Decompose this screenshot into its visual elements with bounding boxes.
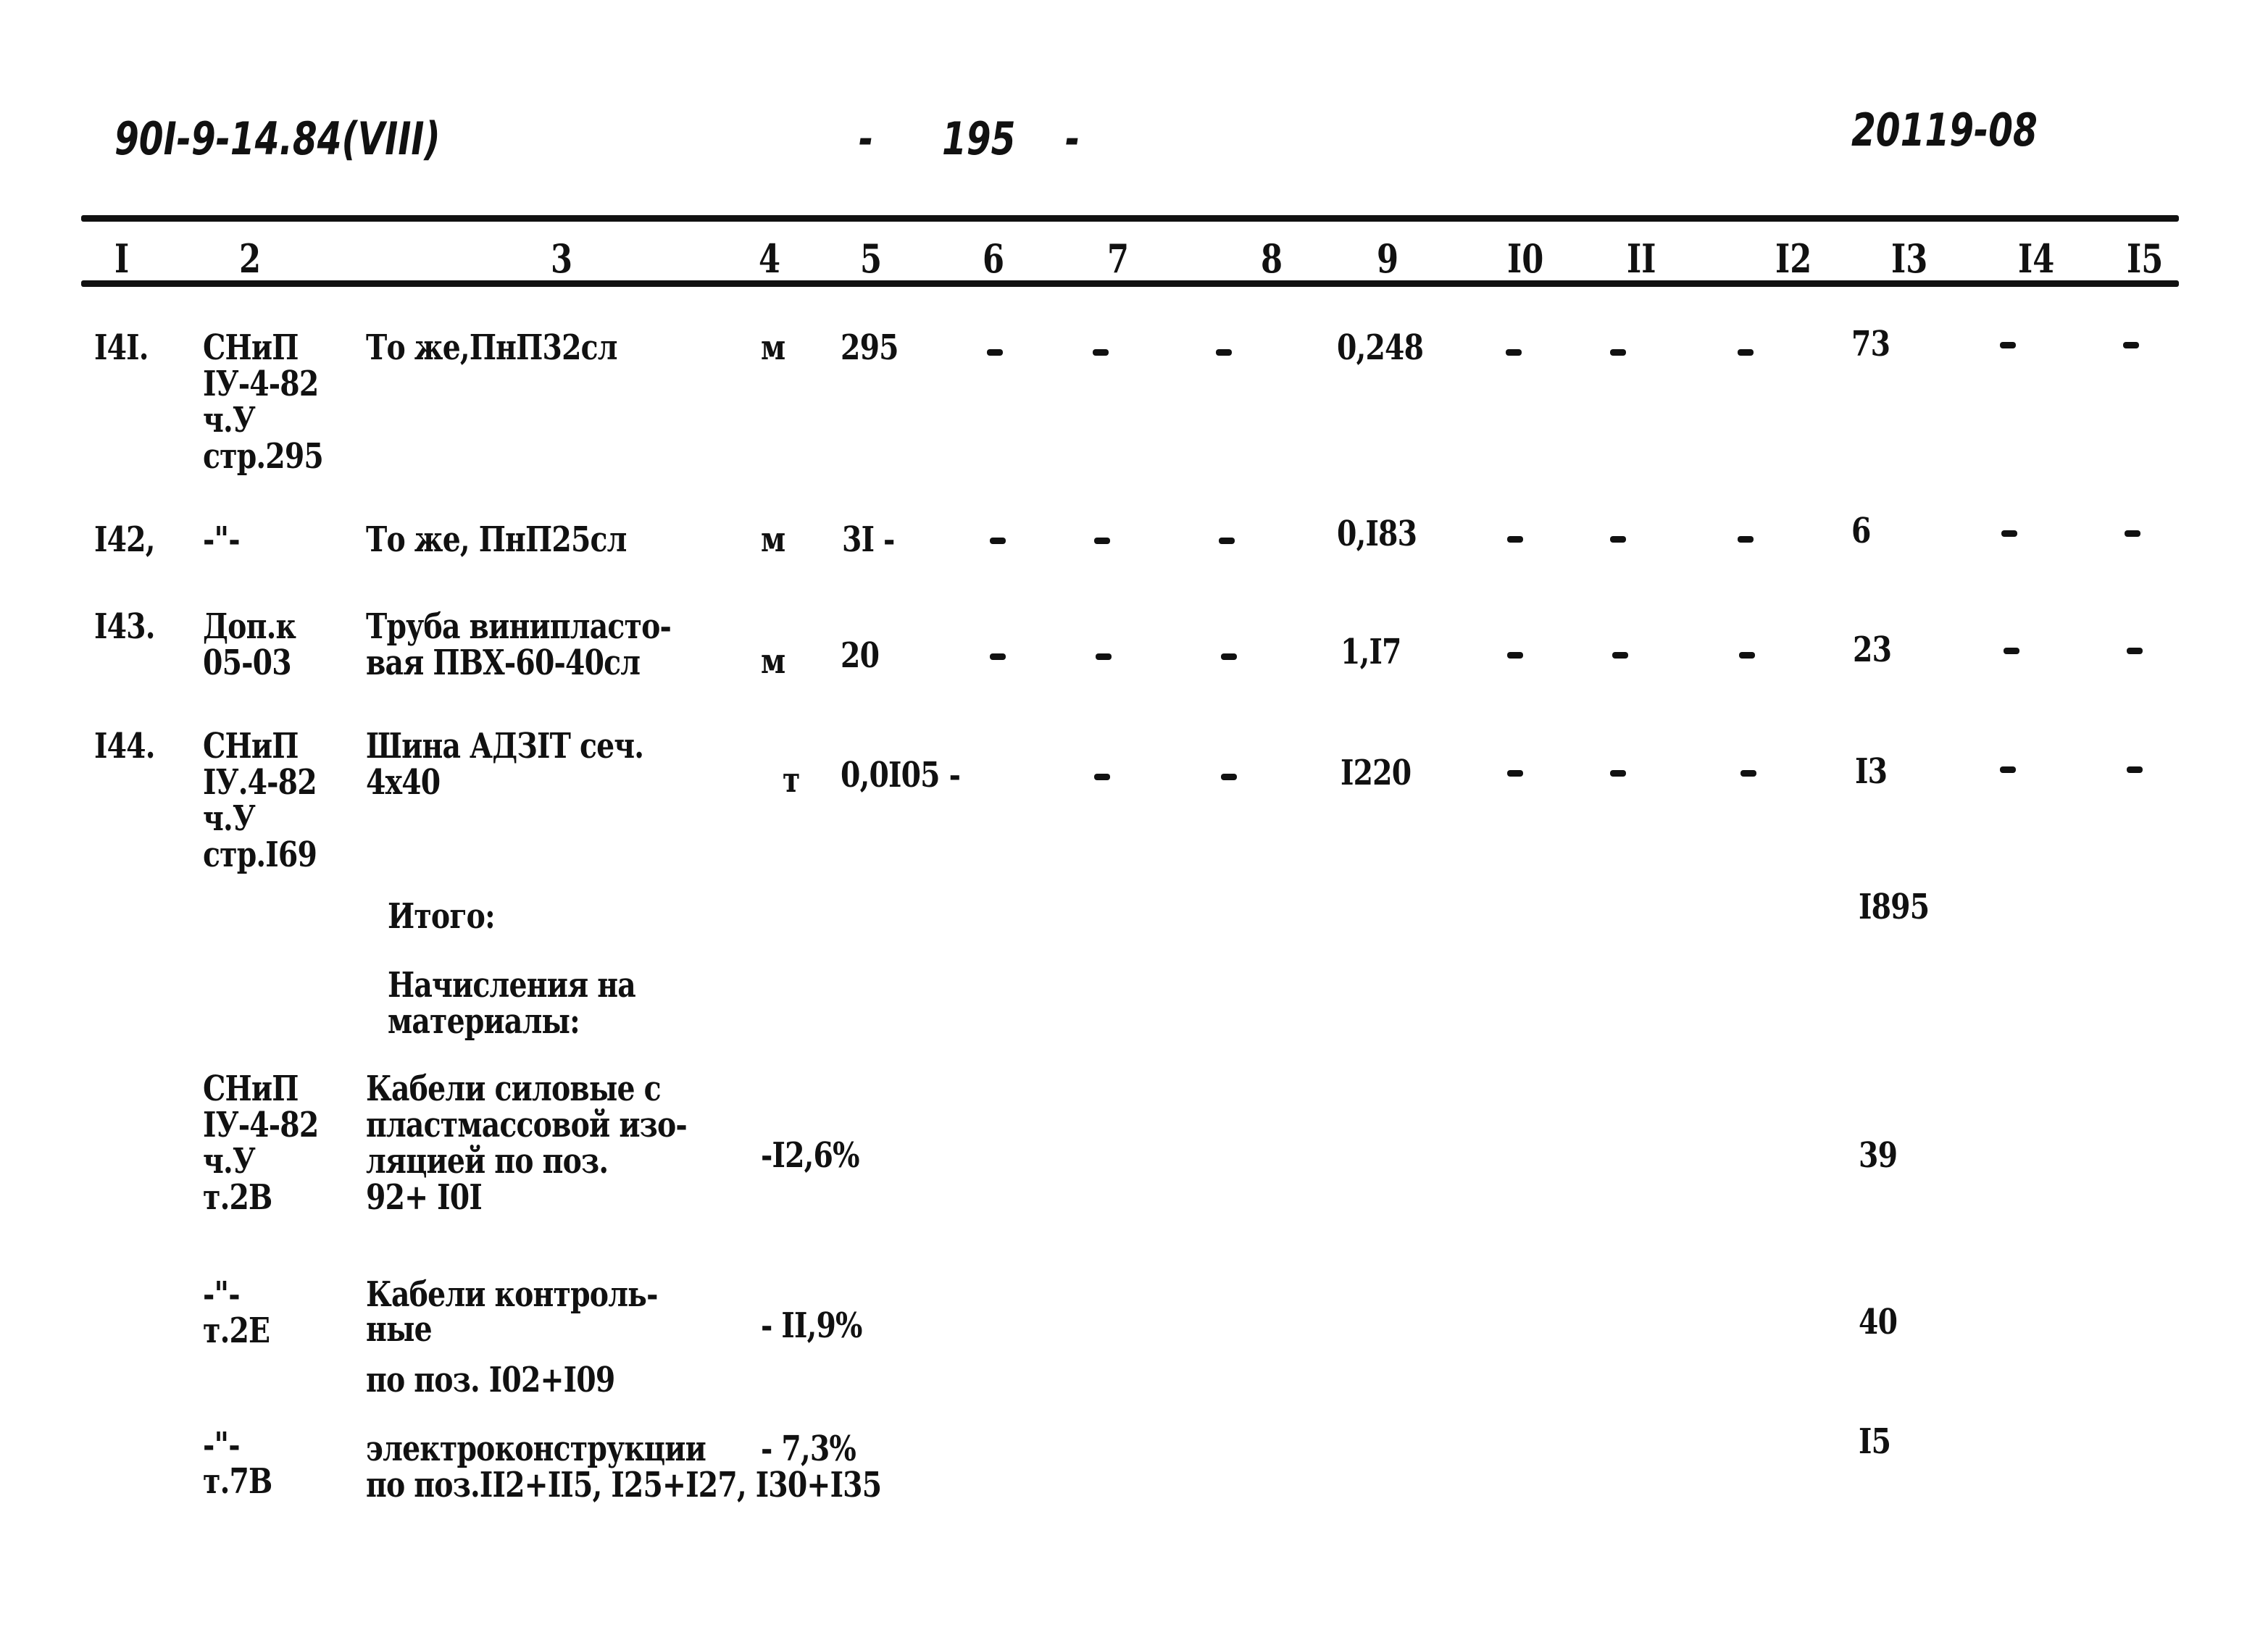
row-c6: [987, 349, 1003, 356]
row-reference: СНиП IУ.4-82 ч.У стр.I69: [203, 726, 317, 875]
row-c7: [1096, 653, 1112, 660]
row-c8: [1221, 774, 1237, 780]
row-unit: т: [783, 760, 800, 801]
table-header-rule: [81, 280, 2179, 287]
document-code: 90I-9-14.84(VIII): [114, 112, 441, 165]
row-reference: Доп.к 05-03: [203, 606, 296, 683]
row-c12: [1740, 770, 1756, 777]
column-header: II: [1627, 235, 1656, 282]
accrual-rate: -I2,6%: [761, 1135, 860, 1176]
accrual-value: 39: [1859, 1135, 1898, 1176]
accruals-heading: Начисления на материалы:: [388, 965, 636, 1042]
row-c10: [1507, 770, 1523, 777]
row-c12: [1738, 536, 1754, 543]
row-number: I4I.: [94, 327, 149, 368]
row-c8: [1216, 349, 1232, 356]
column-header: 8: [1261, 235, 1283, 282]
row-quantity: 295: [841, 327, 899, 368]
row-c13: 6: [1851, 511, 1871, 551]
page-number-dash-right: -: [1065, 112, 1080, 165]
row-c14: [2000, 766, 2016, 773]
inventory-number: 20119-08: [1851, 104, 2038, 156]
row-c14: [2000, 342, 2016, 348]
row-c8: [1221, 653, 1237, 660]
row-c9: I220: [1341, 753, 1412, 793]
row-c13: 73: [1851, 324, 1890, 364]
row-c11: [1610, 770, 1626, 777]
row-number: I42,: [94, 519, 155, 560]
accrual-value: I5: [1859, 1421, 1891, 1462]
row-c11: [1610, 536, 1626, 543]
table-top-rule: [81, 215, 2179, 222]
row-c9: 0,248: [1337, 327, 1424, 368]
row-c7: [1093, 349, 1109, 356]
accrual-reference: -"- т.2Е: [203, 1274, 270, 1351]
row-c10: [1507, 536, 1523, 543]
row-c12: [1739, 652, 1755, 659]
row-unit: м: [761, 641, 785, 682]
row-name: То же,ПнП32сл: [366, 327, 618, 368]
row-c14: [2001, 530, 2017, 537]
column-header: I: [114, 235, 130, 282]
column-header: 4: [759, 235, 781, 282]
accrual-name-line1: Кабели контроль-: [366, 1274, 658, 1315]
row-c14: [2004, 648, 2019, 654]
accrual-value: 40: [1859, 1302, 1898, 1342]
row-c6: [990, 538, 1006, 544]
row-reference: -"-: [203, 519, 241, 560]
row-c15: [2127, 648, 2143, 654]
row-number: I43.: [94, 606, 155, 647]
accrual-rate: - II,9%: [761, 1305, 862, 1346]
row-c12: [1738, 349, 1754, 356]
row-c11: [1612, 652, 1628, 659]
row-c11: [1610, 349, 1626, 356]
column-header: I5: [2127, 235, 2164, 282]
accrual-name-line3: по поз. I02+I09: [366, 1360, 615, 1400]
row-c8: [1219, 538, 1235, 544]
accrual-reference: -"- т.7В: [203, 1425, 272, 1502]
row-c7: [1094, 774, 1110, 780]
row-quantity: 0,0I05 -: [841, 755, 961, 795]
row-c9: 1,I7: [1341, 632, 1401, 672]
row-c7: [1094, 538, 1110, 544]
row-reference: СНиП IУ-4-82 ч.У стр.295: [203, 327, 324, 477]
column-header: 7: [1107, 235, 1130, 282]
row-name: Труба винипласто- вая ПВХ-60-40сл: [366, 606, 672, 683]
column-header: 2: [239, 235, 262, 282]
column-header: I4: [2018, 235, 2055, 282]
row-c15: [2127, 766, 2143, 773]
row-quantity: 20: [841, 635, 880, 676]
row-c15: [2125, 530, 2140, 537]
accrual-name: Кабели силовые с пластмассовой изо- ляци…: [366, 1069, 688, 1218]
column-header: 9: [1377, 235, 1399, 282]
page-number-dash-left: -: [859, 112, 874, 165]
column-header: 3: [551, 235, 573, 282]
column-header: 5: [860, 235, 883, 282]
row-name: То же, ПнП25сл: [366, 519, 627, 560]
page-number: 195: [942, 112, 1016, 165]
column-header: 6: [983, 235, 1005, 282]
total-label: Итого:: [388, 896, 496, 937]
row-unit: м: [761, 327, 785, 368]
total-value: I895: [1859, 887, 1930, 927]
row-number: I44.: [94, 726, 155, 766]
row-c13: 23: [1853, 630, 1892, 670]
row-c9: 0,I83: [1337, 514, 1417, 554]
row-quantity: 3I -: [842, 519, 895, 560]
accrual-rate: - 7,3%: [761, 1429, 856, 1469]
row-name: Шина АДЗIТ сеч. 4х40: [366, 726, 644, 803]
row-c10: [1507, 652, 1523, 659]
column-header: I2: [1775, 235, 1812, 282]
accrual-name-line2: ные: [366, 1309, 433, 1350]
column-header: I3: [1891, 235, 1928, 282]
row-c6: [990, 653, 1006, 660]
row-unit: м: [761, 519, 785, 560]
row-c13: I3: [1855, 751, 1888, 792]
column-header: I0: [1507, 235, 1544, 282]
row-c10: [1506, 349, 1522, 356]
row-c15: [2123, 342, 2139, 348]
accrual-reference: СНиП IУ-4-82 ч.У т.2В: [203, 1069, 319, 1218]
